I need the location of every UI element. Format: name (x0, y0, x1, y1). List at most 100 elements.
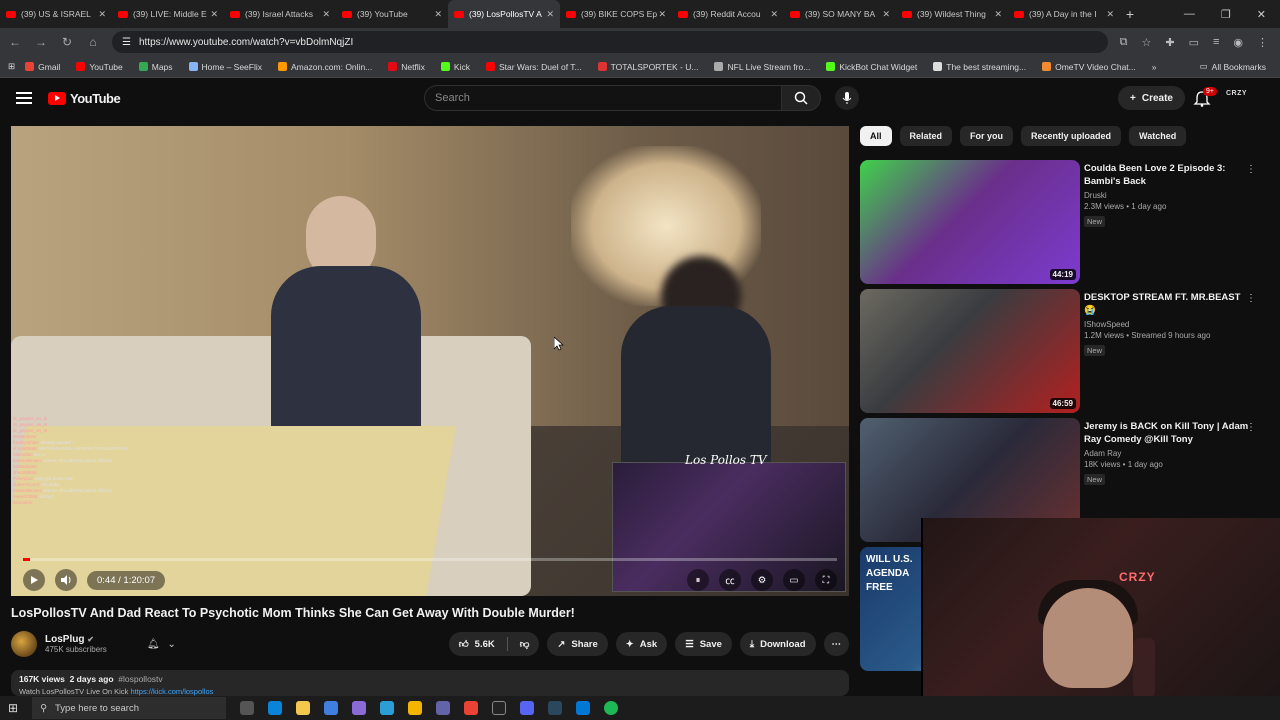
restore-icon[interactable]: ❐ (1221, 8, 1231, 21)
filter-chip[interactable]: For you (960, 126, 1014, 146)
recommended-video-title[interactable]: Coulda Been Love 2 Episode 3: Bambi's Ba… (1084, 162, 1254, 188)
steam-icon[interactable] (548, 701, 563, 715)
reload-icon[interactable]: ↻ (60, 35, 74, 49)
hamburger-menu-icon[interactable] (16, 92, 32, 104)
bookmark-star-icon[interactable]: ☆ (1141, 36, 1151, 49)
search-button[interactable] (781, 85, 821, 111)
autoplay-toggle-icon[interactable]: ⏸ (687, 569, 709, 591)
sidebar-icon[interactable]: ▭ (1189, 36, 1199, 49)
video-thumbnail[interactable]: 46:59 (860, 289, 1080, 413)
tab-close-icon[interactable]: ✕ (1106, 9, 1114, 20)
browser-tab[interactable]: (39) BIKE COPS Ep ✕ (560, 0, 672, 28)
tab-close-icon[interactable]: ✕ (434, 9, 442, 20)
progress-bar[interactable] (23, 558, 837, 561)
bookmark-item[interactable]: Home – SeeFlix (183, 62, 268, 72)
recommended-video-title[interactable]: Jeremy is BACK on Kill Tony | Adam Ray C… (1084, 420, 1254, 446)
tab-close-icon[interactable]: ✕ (770, 9, 778, 20)
profile-icon[interactable]: ◉ (1233, 36, 1243, 49)
app-icon[interactable] (380, 701, 395, 715)
theater-mode-icon[interactable]: ▭ (783, 569, 805, 591)
browser-tab[interactable]: (39) LIVE: Middle E ✕ (112, 0, 224, 28)
download-button[interactable]: ⤓ Download (739, 632, 816, 656)
bookmark-item[interactable]: Gmail (19, 62, 66, 72)
tab-close-icon[interactable]: ✕ (546, 9, 554, 20)
thumbs-down-icon[interactable]: 👎︎ (520, 638, 530, 650)
hashtag[interactable]: #lospollostv (118, 674, 162, 684)
browser-tab[interactable]: (39) US & ISRAEL ✕ (0, 0, 112, 28)
bookmark-item[interactable]: Netflix (382, 62, 431, 72)
like-button[interactable]: 👍︎ 5.6K 👎︎ (448, 632, 540, 656)
bookmark-item[interactable]: Maps (133, 62, 179, 72)
spotify-icon[interactable] (604, 701, 619, 715)
task-view-icon[interactable] (240, 701, 255, 715)
settings-gear-icon[interactable]: ⚙ (751, 569, 773, 591)
bookmarks-overflow-icon[interactable]: » (1146, 62, 1163, 72)
browser-tab[interactable]: (39) A Day in the I ✕ (1008, 0, 1120, 28)
play-button[interactable] (23, 569, 45, 591)
site-info-icon[interactable]: ☰ (122, 37, 131, 48)
browser-tab[interactable]: (39) SO MANY BA ✕ (784, 0, 896, 28)
browser-tab[interactable]: (39) Israel Attacks ✕ (224, 0, 336, 28)
browser-tab[interactable]: (39) Wildest Thing ✕ (896, 0, 1008, 28)
captions-icon[interactable]: ㏄ (719, 569, 741, 591)
all-bookmarks-folder[interactable]: ▭ All Bookmarks (1194, 61, 1272, 72)
tab-close-icon[interactable]: ✕ (210, 9, 218, 20)
calculator-icon[interactable] (324, 701, 339, 715)
subscription-bell-button[interactable]: 🔔︎ ⌄ (147, 639, 176, 650)
media-icon[interactable]: ≡ (1213, 36, 1219, 49)
channel-avatar[interactable] (11, 631, 37, 657)
filter-chip[interactable]: Recently uploaded (1021, 126, 1122, 146)
app-icon[interactable] (436, 701, 451, 715)
youtube-logo[interactable]: YouTube (48, 91, 121, 106)
menu-icon[interactable]: ⋮ (1257, 36, 1268, 49)
minimize-icon[interactable]: — (1184, 8, 1195, 21)
filter-chip[interactable]: All (860, 126, 892, 146)
obs-icon[interactable] (492, 701, 507, 715)
create-button[interactable]: + Create (1118, 86, 1185, 110)
description-box[interactable]: 167K views 2 days ago #lospollostv Watch… (11, 670, 849, 696)
browser-tab[interactable]: (39) LosPollosTV A ✕ (448, 0, 560, 28)
video-player[interactable]: dr_pepper_on_dr dr_pepper_on_dr dr_peppe… (11, 126, 849, 596)
windows-start-icon[interactable]: ⊞ (8, 701, 18, 715)
close-window-icon[interactable]: ✕ (1257, 8, 1266, 21)
bookmark-item[interactable]: TOTALSPORTEK - U... (592, 62, 705, 72)
filter-chip[interactable]: Related (899, 126, 953, 146)
tab-close-icon[interactable]: ✕ (994, 9, 1002, 20)
bookmark-item[interactable]: Star Wars: Duel of T... (480, 62, 588, 72)
browser-tab[interactable]: (39) YouTube ✕ (336, 0, 448, 28)
chrome-active-icon[interactable] (464, 701, 479, 715)
bookmark-item[interactable]: The best streaming... (927, 62, 1032, 72)
more-options-icon[interactable]: ⋮ (1246, 293, 1256, 304)
recommended-video[interactable]: 44:19 Coulda Been Love 2 Episode 3: Bambi… (860, 160, 1270, 284)
recommended-video[interactable]: 46:59 DESKTOP STREAM FT. MR.BEAST 😭 IShowS… (860, 289, 1270, 413)
tab-close-icon[interactable]: ✕ (98, 9, 106, 20)
address-bar[interactable]: ☰ https://www.youtube.com/watch?v=vbDolm… (112, 31, 1108, 53)
fullscreen-icon[interactable]: ⛶ (815, 569, 837, 591)
bookmark-item[interactable]: KickBot Chat Widget (820, 62, 923, 72)
back-icon[interactable]: ← (8, 35, 22, 49)
recommended-video-channel[interactable]: Adam Ray (1084, 449, 1254, 458)
more-actions-button[interactable]: ⋯ (823, 632, 849, 656)
bookmark-item[interactable]: OmeTV Video Chat... (1036, 62, 1142, 72)
save-button[interactable]: ☰ Save (675, 632, 732, 656)
app-icon[interactable] (352, 701, 367, 715)
channel-name[interactable]: LosPlug ✔ (45, 634, 107, 645)
taskbar-search-input[interactable]: ⚲ Type here to search (32, 697, 227, 719)
home-icon[interactable]: ⌂ (86, 35, 100, 49)
tab-close-icon[interactable]: ✕ (322, 9, 330, 20)
forward-icon[interactable]: → (34, 35, 48, 49)
chrome-icon[interactable] (408, 701, 423, 715)
recommended-video-channel[interactable]: Druski (1084, 191, 1254, 200)
bookmark-item[interactable]: NFL Live Stream fro... (708, 62, 816, 72)
extensions-icon[interactable]: ✚ (1165, 36, 1174, 49)
browser-tab[interactable]: (39) Reddit Accou ✕ (672, 0, 784, 28)
recommended-video-title[interactable]: DESKTOP STREAM FT. MR.BEAST 😭 (1084, 291, 1254, 317)
file-explorer-icon[interactable] (296, 701, 311, 715)
search-input[interactable]: Search (424, 85, 782, 111)
tab-close-icon[interactable]: ✕ (882, 9, 890, 20)
share-button[interactable]: ↗ Share (547, 632, 608, 656)
new-tab-icon[interactable]: + (1120, 6, 1140, 22)
account-avatar[interactable]: CRZY (1226, 90, 1247, 97)
recommended-video-channel[interactable]: IShowSpeed (1084, 320, 1254, 329)
bookmark-item[interactable]: YouTube (70, 62, 128, 72)
